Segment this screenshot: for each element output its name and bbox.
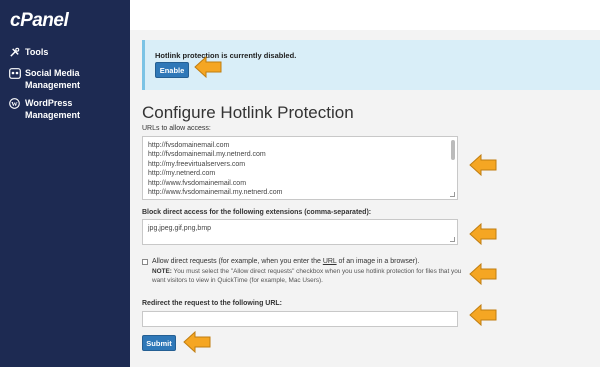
sidebar-item-tools[interactable]: Tools xyxy=(8,46,48,58)
arrow-direct-requests-icon xyxy=(469,263,497,285)
sidebar-item-label-2: Management xyxy=(25,80,81,90)
note-prefix: NOTE: xyxy=(152,268,172,275)
arrow-redirect-icon xyxy=(469,304,497,326)
url-line: http://fvsdomainemail.com xyxy=(148,142,230,149)
url-line: http://my.freevirtualservers.com xyxy=(148,160,246,168)
textarea-scrollbar[interactable] xyxy=(451,140,455,160)
url-line: http://fvsdomainemail.my.netnerd.com xyxy=(148,151,266,159)
arrow-urls-icon xyxy=(469,154,497,176)
sidebar-item-label: Tools xyxy=(25,47,49,57)
url-line: http://www.fvsdomainemail.my.netnerd.com xyxy=(148,189,283,197)
resize-handle-icon[interactable] xyxy=(450,237,455,242)
redirect-label: Redirect the request to the following UR… xyxy=(142,300,283,307)
allowed-urls-textarea[interactable]: http://fvsdomainemail.com http://fvsdoma… xyxy=(142,136,458,200)
sidebar-item-social-media[interactable]: Social Media Management xyxy=(8,67,80,91)
alert-message: Hotlink protection is currently disabled… xyxy=(155,51,297,60)
wordpress-icon: W xyxy=(8,97,21,109)
label-part: Allow direct requests (for example, when… xyxy=(152,258,323,265)
extensions-value: jpg,jpeg,gif,png,bmp xyxy=(148,225,212,232)
social-icon xyxy=(8,67,21,79)
extensions-label: Block direct access for the following ex… xyxy=(142,209,372,216)
url-line: http://www.fvsdomainemail.com xyxy=(148,179,247,187)
resize-handle-icon[interactable] xyxy=(450,192,455,197)
tools-icon xyxy=(8,46,21,58)
url-abbr: URL xyxy=(322,258,337,265)
extensions-textarea[interactable]: jpg,jpeg,gif,png,bmp xyxy=(142,219,458,245)
sidebar-item-label: WordPress xyxy=(25,98,73,108)
sidebar: cPanel Tools Social Media Management W W… xyxy=(0,0,130,367)
submit-button[interactable]: Submit xyxy=(142,335,176,351)
sidebar-item-wordpress[interactable]: W WordPress Management xyxy=(8,97,80,121)
enable-button[interactable]: Enable xyxy=(155,62,189,78)
url-line: http://my.netnerd.com xyxy=(148,170,216,178)
redirect-url-input[interactable] xyxy=(142,311,458,327)
arrow-submit-icon xyxy=(183,331,211,353)
quicktime-note: NOTE: You must select the "Allow direct … xyxy=(152,268,464,285)
urls-label: URLs to allow access: xyxy=(142,125,211,132)
label-part: of an image in a browser). xyxy=(336,258,420,265)
note-text: You must select the "Allow direct reques… xyxy=(152,268,462,284)
arrow-extensions-icon xyxy=(469,223,497,245)
top-header xyxy=(130,0,600,30)
page-title: Configure Hotlink Protection xyxy=(142,103,354,122)
svg-text:W: W xyxy=(11,100,18,107)
sidebar-item-label: Social Media xyxy=(25,68,80,78)
sidebar-item-label-2: Management xyxy=(25,110,81,120)
allow-direct-requests-label[interactable]: Allow direct requests (for example, when… xyxy=(152,258,419,265)
cpanel-logo[interactable]: cPanel xyxy=(10,10,69,32)
arrow-enable-icon xyxy=(194,56,222,78)
allow-direct-requests-checkbox[interactable] xyxy=(142,259,148,265)
